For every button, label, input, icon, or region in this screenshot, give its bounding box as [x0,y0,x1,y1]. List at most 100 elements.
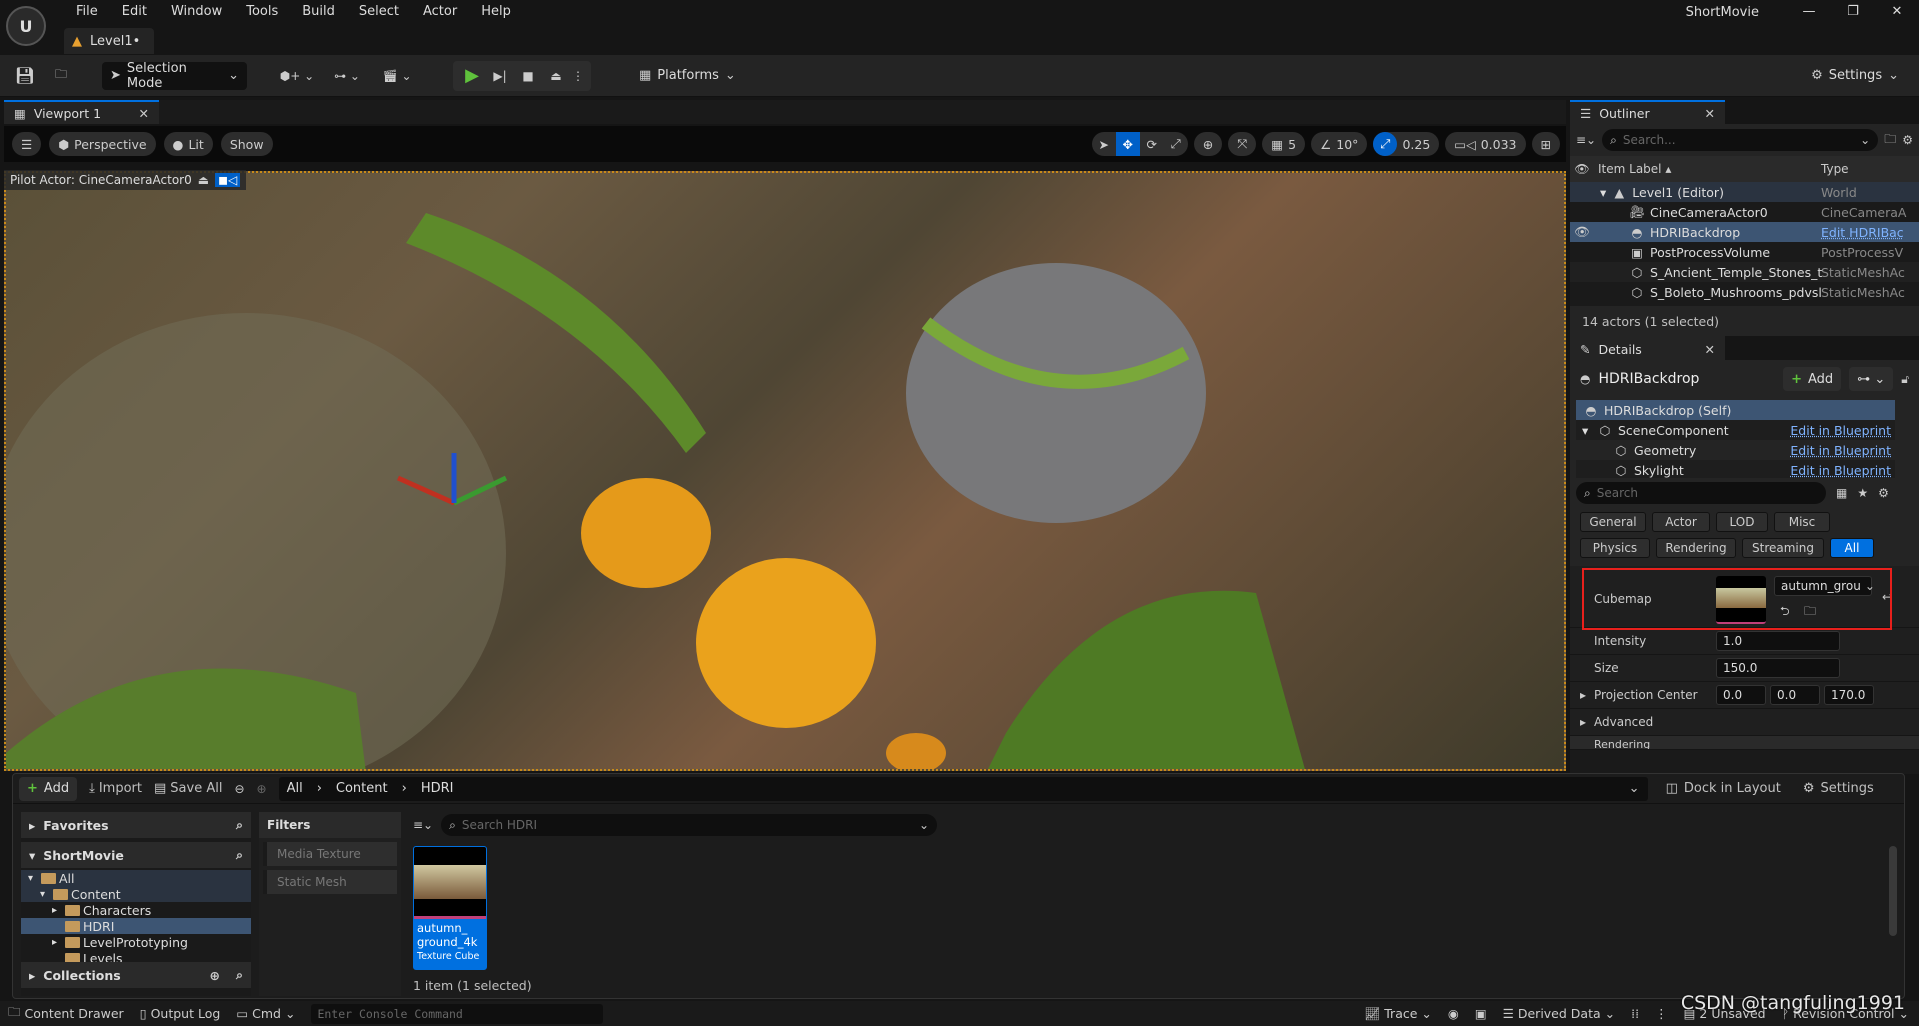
trace-dropdown[interactable]: 📈︎ Trace ⌄ [1364,1006,1432,1022]
console-input[interactable]: Enter Console Command [311,1003,604,1024]
outliner-row[interactable]: ▣ PostProcessVolume PostProcessV [1570,242,1919,262]
projection-x[interactable]: 0.0 [1716,685,1766,705]
tab-outliner[interactable]: ☰ Outliner ✕ [1570,100,1725,124]
search-icon[interactable]: ⌕ [236,847,243,863]
eject-pilot-icon[interactable]: ⏏ [198,173,209,187]
component-row[interactable]: ▾ ⬡ SceneComponent Edit in Blueprint [1576,420,1895,440]
outliner-row[interactable]: ⬡ S_Boleto_Mushrooms_pdvsl StaticMeshAc [1570,282,1919,302]
search-icon[interactable]: ⌕ [236,817,243,833]
menu-build[interactable]: Build [290,2,347,22]
edit-in-blueprint-link[interactable]: Edit in Blueprint [1790,423,1891,438]
folder-item[interactable]: ▸ Characters [21,902,251,918]
filter-media-texture[interactable]: Media Texture [263,842,397,866]
component-row[interactable]: ⬡ Geometry Edit in Blueprint [1576,440,1895,460]
projection-z[interactable]: 170.0 [1824,685,1874,705]
visibility-icon[interactable]: 👁︎ [1574,224,1590,240]
surface-snap-button[interactable]: ⤧ [1228,132,1257,156]
filter-icon[interactable]: ≡⌄ [1576,133,1596,147]
platforms-dropdown[interactable]: ▦ Platforms ⌄ [631,62,744,90]
step-icon[interactable]: ▶| [487,69,513,83]
grid-snap-button[interactable]: ▦ 5 [1262,132,1306,156]
outliner-row[interactable]: ▾ ▲ Level1 (Editor) World [1570,182,1919,202]
save-icon[interactable]: 💾︎ [12,66,38,85]
browse-icon[interactable]: 🗀 [48,65,74,86]
drawer-settings-button[interactable]: ⚙ Settings [1803,781,1874,796]
selection-mode-dropdown[interactable]: ➤ Selection Mode ⌄ [102,61,247,91]
folder-item[interactable]: HDRI [21,918,251,934]
advanced-row[interactable]: ▸ Advanced [1570,709,1919,736]
component-row[interactable]: ◓ HDRIBackdrop (Self) [1576,400,1895,420]
component-row[interactable]: ⬡ Skylight Edit in Blueprint [1576,460,1895,478]
menu-select[interactable]: Select [347,2,411,22]
column-type[interactable]: Type [1821,162,1849,176]
asset-search[interactable]: ⌕ Search HDRI ⌄ [441,814,938,836]
close-icon[interactable]: ✕ [1705,342,1715,357]
stop-icon[interactable]: ■ [515,69,541,83]
import-button[interactable]: ⤓ Import [89,781,142,796]
viewport-scene[interactable] [4,171,1566,771]
back-icon[interactable]: ⊖ [234,782,244,796]
menu-file[interactable]: File [64,2,110,22]
menu-actor[interactable]: Actor [411,2,469,22]
outliner-row[interactable]: 🎥︎ CineCameraActor0 CineCameraA [1570,202,1919,222]
projection-y[interactable]: 0.0 [1770,685,1820,705]
breadcrumb-all[interactable]: All [287,781,303,796]
forward-icon[interactable]: ⊕ [257,782,267,796]
collapse-arrow-icon[interactable]: ▾ [1600,185,1606,200]
rotation-snap-button[interactable]: ∠ 10° [1311,132,1368,156]
close-icon[interactable]: ✕ [139,106,149,121]
select-icon[interactable]: ➤ [1092,132,1116,156]
filter-physics[interactable]: Physics [1580,538,1650,558]
menu-window[interactable]: Window [159,2,234,22]
add-button[interactable]: + Add [19,776,78,801]
more-icon[interactable]: ⋮ [571,69,585,83]
filter-static-mesh[interactable]: Static Mesh [263,870,397,894]
tab-details[interactable]: ✎ Details ✕ [1570,336,1725,360]
record-icon[interactable]: ◉ [1448,1006,1459,1021]
play-icon[interactable]: ▶ [459,65,485,86]
save-all-button[interactable]: ▤ Save All [154,781,222,796]
breadcrumb-hdri[interactable]: HDRI [421,781,454,796]
outliner-row[interactable]: 👁︎ ◓ HDRIBackdrop Edit HDRIBac [1570,222,1919,242]
size-input[interactable]: 150.0 [1716,658,1840,678]
cinematics-icon[interactable]: 🎬︎ ⌄ [377,69,417,83]
details-search[interactable]: ⌕ Search [1576,482,1826,504]
asset-tile[interactable]: autumn_ ground_4k Texture Cube [413,846,487,970]
filter-icon[interactable]: ≡⌄ [413,818,433,832]
filter-general[interactable]: General [1580,512,1646,532]
menu-tools[interactable]: Tools [234,2,290,22]
blueprint-dropdown[interactable]: ⊶ ⌄ [1849,367,1894,391]
filter-lod[interactable]: LOD [1716,512,1768,532]
content-drawer-button[interactable]: 🗀 Content Drawer [8,1003,124,1024]
output-log-button[interactable]: ▯ Output Log [140,1006,221,1021]
outliner-search[interactable]: ⌕ Search... ⌄ [1602,129,1879,151]
viewport-menu-button[interactable]: ☰ [12,132,42,156]
search-icon[interactable]: ⌕ [236,967,243,983]
filter-all[interactable]: All [1830,538,1874,558]
outliner-row[interactable]: ⬡ S_Ancient_Temple_Stones_t StaticMeshAc [1570,262,1919,282]
folder-item[interactable]: ▾ Content [21,886,251,902]
tab-viewport-1[interactable]: ▦ Viewport 1 ✕ [4,100,159,124]
derived-data-dropdown[interactable]: ☰ Derived Data ⌄ [1503,1006,1615,1021]
close-icon[interactable]: ✕ [1705,106,1715,121]
perspective-button[interactable]: ⬢ Perspective [49,132,156,156]
asset-scrollbar[interactable] [1889,846,1897,936]
translate-icon[interactable]: ✥ [1115,132,1140,156]
add-folder-icon[interactable]: 🗀 [1884,130,1896,151]
show-button[interactable]: Show [220,132,273,156]
edit-in-blueprint-link[interactable]: Edit in Blueprint [1790,443,1891,458]
table-view-icon[interactable]: ▦ [1836,486,1847,500]
folder-item[interactable]: ▾ All [21,870,251,886]
close-window-button[interactable]: ✕ [1875,0,1919,24]
column-item-label[interactable]: Item Label ▴ [1598,162,1671,176]
gear-icon[interactable]: ⚙ [1902,133,1913,147]
edit-in-blueprint-link[interactable]: Edit in Blueprint [1790,463,1891,478]
rendering-section[interactable]: Rendering [1570,736,1919,750]
intensity-input[interactable]: 1.0 [1716,631,1840,651]
progress-icon[interactable]: ⁞⁞ [1631,1006,1639,1021]
favorites-section[interactable]: ▸ Favorites ⌕ [21,812,251,838]
collections-section[interactable]: ▸ Collections ⊕ ⌕ [21,962,251,988]
breadcrumb-content[interactable]: Content [336,781,388,796]
maximize-button[interactable]: ❐ [1831,0,1875,24]
gear-icon[interactable]: ⚙ [1878,486,1889,500]
